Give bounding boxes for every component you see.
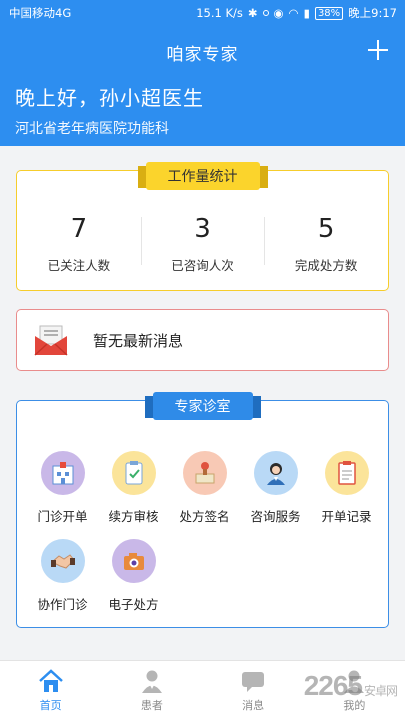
nurse-icon — [253, 451, 298, 495]
stat-label: 已关注人数 — [47, 258, 111, 273]
wifi-icon: ◠ — [288, 6, 299, 20]
handshake-icon — [40, 539, 85, 583]
stat-value: 7 — [70, 214, 88, 244]
clinic-item-prescription-sign[interactable]: 处方签名 — [169, 451, 240, 525]
tab-label: 首页 — [39, 698, 62, 712]
app-header: 中国移动4G 15.1 K/s ✱ ◉ ◠ ▮ 38% 晚上9:17 咱家专家 … — [0, 0, 405, 146]
stat-label: 已咨询人次 — [171, 258, 234, 273]
title-bar: 咱家专家 — [0, 26, 405, 78]
app-title: 咱家专家 — [166, 44, 239, 65]
watermark-text: 2265 — [303, 670, 363, 701]
status-right: 15.1 K/s ✱ ◉ ◠ ▮ 38% 晚上9:17 — [196, 5, 397, 21]
greeting-text: 晚上好，孙小超医生 — [15, 86, 204, 110]
network-speed: 15.1 K/s — [196, 6, 243, 20]
camera-icon — [111, 539, 156, 583]
item-label: 续方审核 — [108, 509, 159, 524]
stat-prescriptions[interactable]: 5 完成处方数 — [264, 211, 388, 274]
stats-row: 7 已关注人数 3 已咨询人次 5 完成处方数 — [17, 211, 388, 274]
clinic-ribbon: 专家诊室 — [144, 391, 261, 421]
message-text: 暂无最新消息 — [93, 331, 184, 350]
stat-consultations[interactable]: 3 已咨询人次 — [140, 211, 265, 274]
tab-patients[interactable]: 患者 — [101, 661, 202, 720]
stat-value: 5 — [317, 214, 335, 244]
site-watermark: 2265 安卓网 — [303, 670, 398, 702]
item-label: 开单记录 — [321, 509, 372, 524]
tab-label: 消息 — [242, 698, 265, 712]
record-list-icon — [324, 451, 369, 495]
tab-messages[interactable]: 消息 — [203, 661, 304, 720]
watermark-sub: 安卓网 — [363, 684, 398, 698]
clipboard-check-icon — [111, 451, 156, 495]
item-label: 电子处方 — [108, 597, 159, 612]
hospital-department: 河北省老年病医院功能科 — [15, 121, 169, 137]
stat-label: 完成处方数 — [294, 258, 358, 273]
bluetooth-icon: ✱ — [247, 6, 258, 20]
clinic-item-consult-service[interactable]: 咨询服务 — [240, 451, 311, 525]
patient-icon — [141, 670, 162, 693]
status-bar: 中国移动4G 15.1 K/s ✱ ◉ ◠ ▮ 38% 晚上9:17 — [0, 0, 405, 26]
clinic-item-order-records[interactable]: 开单记录 — [311, 451, 382, 525]
hospital-icon — [40, 451, 85, 495]
home-icon — [38, 668, 63, 692]
item-label: 协作门诊 — [37, 597, 88, 612]
workload-stats-card: 工作量统计 7 已关注人数 3 已咨询人次 5 完成处方数 — [16, 162, 389, 291]
latest-message-card[interactable]: 暂无最新消息 — [16, 309, 389, 371]
tab-home[interactable]: 首页 — [0, 661, 101, 720]
stats-ribbon: 工作量统计 — [137, 161, 268, 191]
eye-icon: ◉ — [273, 6, 284, 20]
stamp-icon — [182, 451, 227, 495]
battery-indicator: 38% — [314, 6, 344, 20]
mail-icon — [34, 325, 68, 356]
clinic-grid: 门诊开单 续方审核 处方签名 咨询服务 开单记录 协作门诊 电子处方 — [27, 451, 382, 613]
carrier-text: 中国移动4G — [9, 6, 72, 20]
alarm-icon — [262, 10, 269, 16]
item-label: 门诊开单 — [37, 509, 88, 524]
clinic-title: 专家诊室 — [152, 392, 253, 420]
add-button[interactable] — [366, 38, 390, 62]
stat-followers[interactable]: 7 已关注人数 — [17, 211, 141, 274]
expert-clinic-card: 专家诊室 门诊开单 续方审核 处方签名 咨询服务 开单记录 协作门诊 电子处方 — [16, 392, 389, 628]
clock-text: 晚上9:17 — [348, 6, 397, 20]
clinic-item-outpatient-order[interactable]: 门诊开单 — [27, 451, 98, 525]
stats-title: 工作量统计 — [145, 162, 260, 190]
clinic-item-e-prescription[interactable]: 电子处方 — [98, 539, 169, 613]
tab-label: 患者 — [140, 698, 163, 712]
item-label: 咨询服务 — [250, 509, 301, 524]
clinic-item-collab-clinic[interactable]: 协作门诊 — [27, 539, 98, 613]
signal-icon: ▮ — [303, 6, 310, 20]
message-icon — [242, 671, 265, 692]
item-label: 处方签名 — [179, 509, 230, 524]
stat-value: 3 — [194, 214, 211, 244]
clinic-item-refill-review[interactable]: 续方审核 — [98, 451, 169, 525]
